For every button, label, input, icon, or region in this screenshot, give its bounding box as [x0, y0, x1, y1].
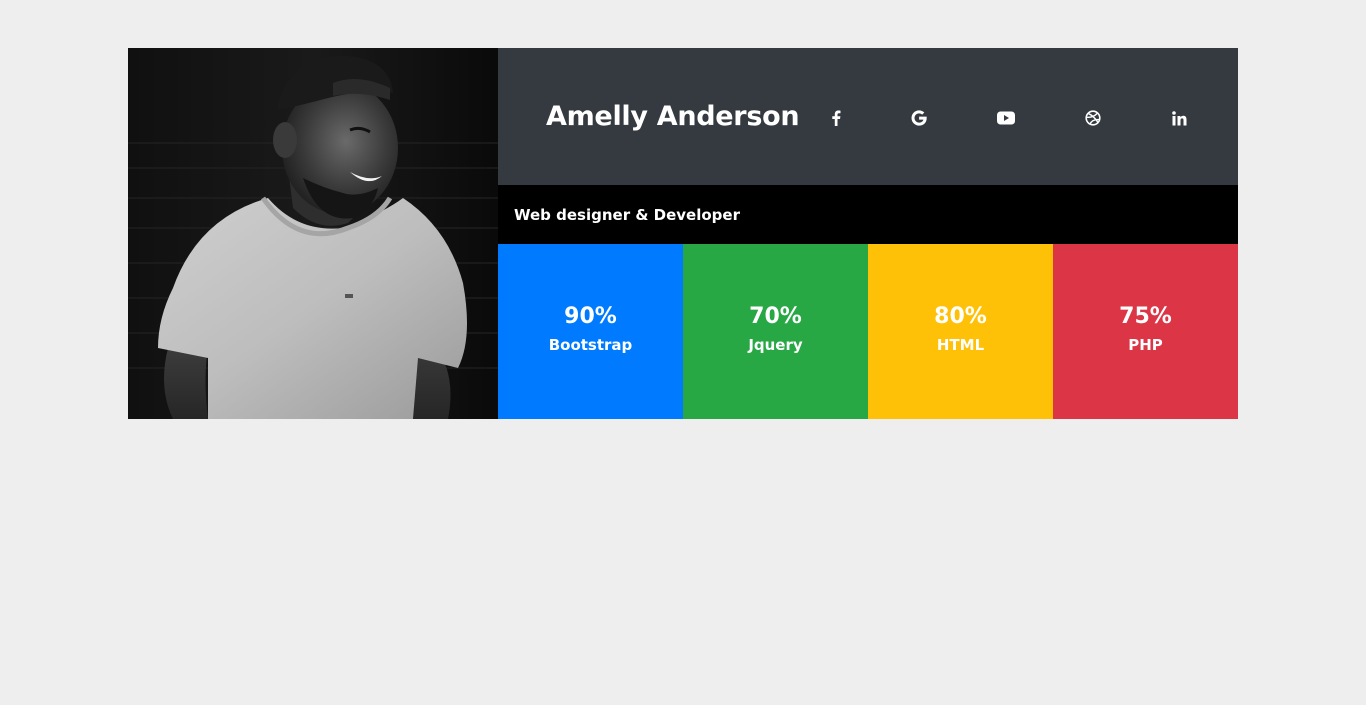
profile-tagline: Web designer & Developer	[514, 205, 740, 224]
profile-photo	[128, 48, 498, 419]
profile-card: Amelly Anderson Web designer & Developer…	[128, 48, 1238, 419]
skill-label: Bootstrap	[548, 335, 633, 354]
skill-percent: 75%	[1119, 303, 1172, 329]
profile-name: Amelly Anderson	[546, 101, 800, 132]
youtube-icon	[997, 111, 1015, 125]
skills-row: 90% Bootstrap 70% Jquery 80% HTML 75% PH…	[498, 244, 1238, 419]
facebook-icon	[832, 110, 841, 126]
youtube-link[interactable]	[994, 106, 1018, 130]
facebook-link[interactable]	[824, 106, 848, 130]
dribbble-link[interactable]	[1081, 106, 1105, 130]
linkedin-icon	[1171, 110, 1186, 125]
skill-html: 80% HTML	[868, 244, 1053, 419]
skill-label: HTML	[936, 335, 985, 354]
social-links	[806, 48, 1238, 185]
skill-bootstrap: 90% Bootstrap	[498, 244, 683, 419]
skill-label: Jquery	[748, 335, 803, 354]
google-icon	[911, 110, 927, 126]
skill-label: PHP	[1128, 335, 1163, 354]
skill-percent: 70%	[749, 303, 802, 329]
skill-percent: 80%	[934, 303, 987, 329]
skill-php: 75% PHP	[1053, 244, 1238, 419]
google-link[interactable]	[907, 106, 931, 130]
profile-header: Amelly Anderson	[498, 48, 1238, 185]
tagline-bar: Web designer & Developer	[498, 185, 1238, 244]
dribbble-icon	[1085, 110, 1101, 126]
skill-jquery: 70% Jquery	[683, 244, 868, 419]
profile-info: Amelly Anderson Web designer & Developer…	[498, 48, 1238, 419]
linkedin-link[interactable]	[1167, 106, 1191, 130]
skill-percent: 90%	[564, 303, 617, 329]
